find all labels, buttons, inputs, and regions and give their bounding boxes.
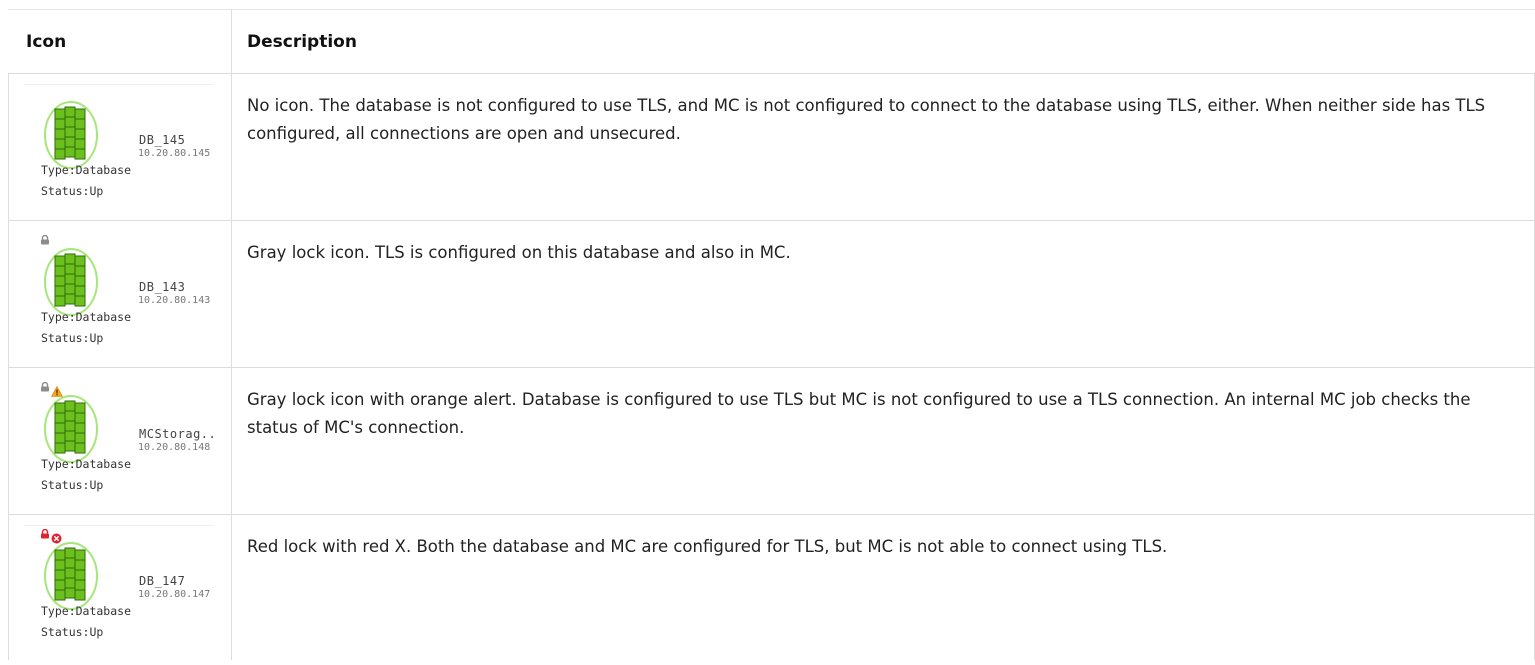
description-text: Gray lock icon with orange alert. Databa… <box>247 390 1471 437</box>
database-status: Status:Up <box>41 478 104 492</box>
database-status: Status:Up <box>41 625 104 639</box>
database-tile: DB_145 10.20.80.145 Type:Database Status… <box>24 74 220 214</box>
database-status: Status:Up <box>41 331 104 345</box>
icon-cell: MCStorag.. 10.20.80.148 Type:Database St… <box>8 368 232 514</box>
header-cell-description: Description <box>232 10 1535 73</box>
database-ip: 10.20.80.143 <box>138 295 211 306</box>
description-text: Red lock with red X. Both the database a… <box>247 537 1168 556</box>
description-cell: Gray lock icon. TLS is configured on thi… <box>232 221 1535 367</box>
table-row: DB_145 10.20.80.145 Type:Database Status… <box>8 73 1535 220</box>
database-ip: 10.20.80.148 <box>138 442 211 453</box>
description-text: Gray lock icon. TLS is configured on thi… <box>247 243 791 262</box>
icon-cell: DB_143 10.20.80.143 Type:Database Status… <box>8 221 232 367</box>
tile-divider <box>24 525 214 526</box>
database-type: Type:Database <box>41 604 132 618</box>
database-ip: 10.20.80.147 <box>138 589 211 600</box>
database-type: Type:Database <box>41 457 132 471</box>
database-name: MCStorag.. <box>139 427 217 441</box>
icon-cell: DB_147 10.20.80.147 Type:Database Status… <box>8 515 232 660</box>
tile-divider <box>24 84 214 85</box>
database-tile: MCStorag.. 10.20.80.148 Type:Database St… <box>24 368 220 508</box>
header-icon-label: Icon <box>26 32 67 52</box>
table-header-row: Icon Description <box>8 9 1535 73</box>
description-text: No icon. The database is not configured … <box>247 96 1486 143</box>
database-ip: 10.20.80.145 <box>138 148 211 159</box>
icon-cell: DB_145 10.20.80.145 Type:Database Status… <box>8 74 232 220</box>
tls-icon-table: Icon Description DB_145 10.20.80.145 Typ… <box>8 9 1535 660</box>
table-row: DB_143 10.20.80.143 Type:Database Status… <box>8 220 1535 367</box>
database-status: Status:Up <box>41 184 104 198</box>
header-cell-icon: Icon <box>8 10 232 73</box>
database-tile: DB_143 10.20.80.143 Type:Database Status… <box>24 221 220 361</box>
description-cell: Gray lock icon with orange alert. Databa… <box>232 368 1535 514</box>
table-row: MCStorag.. 10.20.80.148 Type:Database St… <box>8 367 1535 514</box>
database-type: Type:Database <box>41 310 132 324</box>
database-name: DB_147 <box>139 574 186 588</box>
description-cell: Red lock with red X. Both the database a… <box>232 515 1535 660</box>
database-name: DB_143 <box>139 280 186 294</box>
description-cell: No icon. The database is not configured … <box>232 74 1535 220</box>
database-type: Type:Database <box>41 163 132 177</box>
header-description-label: Description <box>247 32 357 52</box>
database-tile: DB_147 10.20.80.147 Type:Database Status… <box>24 515 220 655</box>
database-name: DB_145 <box>139 133 186 147</box>
table-row: DB_147 10.20.80.147 Type:Database Status… <box>8 514 1535 660</box>
